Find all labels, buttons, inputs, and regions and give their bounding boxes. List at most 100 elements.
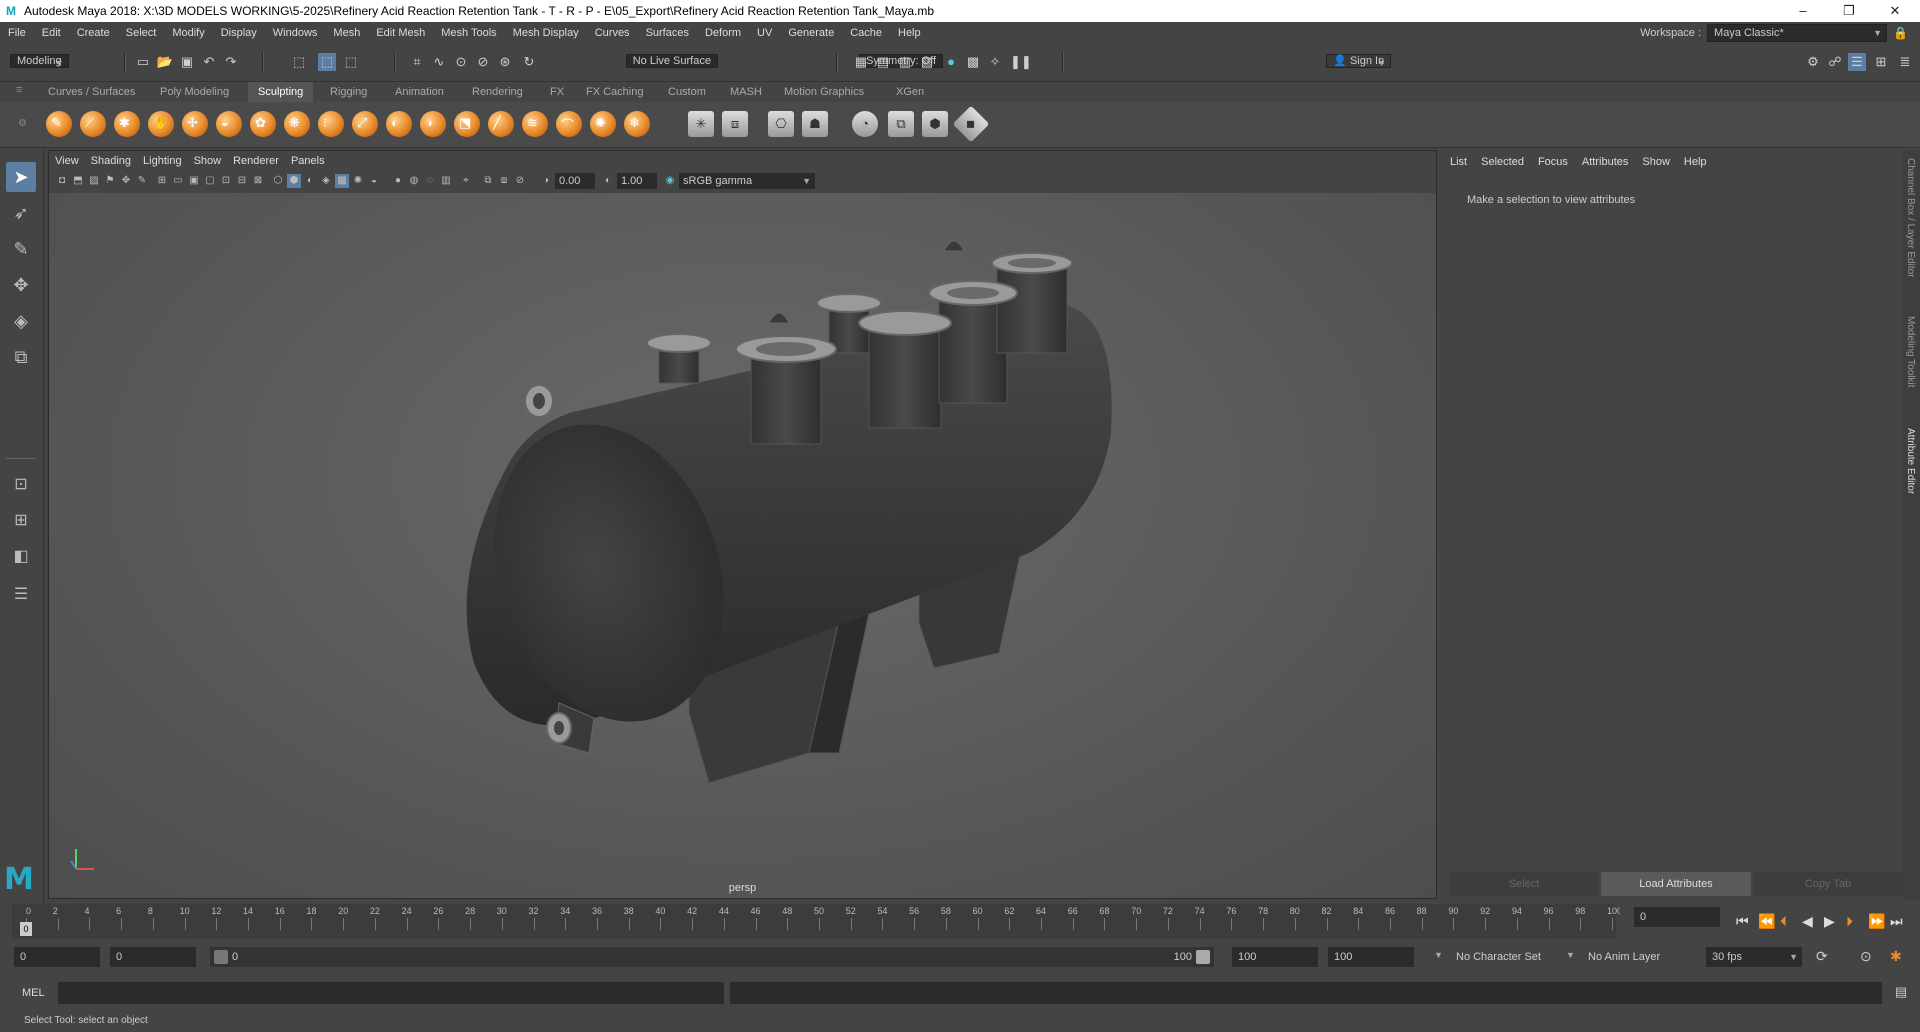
shelf-tab-fx[interactable]: FX [540,82,574,102]
save-scene-icon[interactable]: ▣ [178,53,196,71]
shelf-tab-xgen[interactable]: XGen [886,82,934,102]
tool-settings-icon[interactable]: ⊞ [1872,53,1890,71]
outliner-icon[interactable]: ☰ [6,580,36,610]
resolution-gate-icon[interactable]: ▣ [187,174,201,188]
render-settings-icon[interactable]: ▧ [918,53,936,71]
bulge-tool-icon[interactable]: ⌒ [556,111,582,137]
range-handle-right[interactable] [1196,950,1210,964]
wireframe-icon[interactable]: ⬡ [271,174,285,188]
select-component-icon[interactable]: ⬚ [342,53,360,71]
lock-icon[interactable]: 🔒 [1893,26,1908,40]
shelf-tab-motion-graphics[interactable]: Motion Graphics [774,82,874,102]
persp-outliner-layout-icon[interactable]: ◧ [6,542,36,572]
menu-deform[interactable]: Deform [697,22,749,44]
hypershade-icon[interactable]: ● [942,53,960,71]
menu-mesh-display[interactable]: Mesh Display [505,22,587,44]
film-gate-icon[interactable]: ▭ [171,174,185,188]
snap-grid-icon[interactable]: ⌗ [408,53,426,71]
ipr-render-icon[interactable]: ▥ [896,53,914,71]
load-attributes-button[interactable]: Load Attributes [1601,872,1751,896]
bookmark-flag-icon[interactable]: ⚑ [103,174,117,188]
animation-end-field[interactable]: 100 [1328,947,1414,967]
snap-together-icon[interactable]: ↻ [520,53,538,71]
smear-tool-icon[interactable]: ≋ [522,111,548,137]
modeling-toolkit-icon[interactable]: ⚙ [1804,53,1822,71]
snap-curve-icon[interactable]: ∿ [430,53,448,71]
time-slider[interactable]: 0 2 4 6 8 10 12 14 16 18 20 22 24 26 28 30 32 34 36 38 40 42 4… [12,904,1622,938]
menu-select[interactable]: Select [118,22,165,44]
motion-blur-icon[interactable]: ◍ [407,174,421,188]
select-button[interactable]: Select [1449,872,1599,896]
foamy-tool-icon[interactable]: ✿ [250,111,276,137]
grab-tool-icon[interactable]: ✋ [148,111,174,137]
menu-mesh[interactable]: Mesh [325,22,368,44]
grid-icon[interactable]: ⊞ [155,174,169,188]
gamma-icon[interactable]: ◐ [601,174,615,188]
playback-end-field[interactable]: 100 [1232,947,1318,967]
soft-select-icon[interactable]: ◔ [852,111,878,137]
depth-of-field-icon[interactable]: ▥ [439,174,453,188]
field-chart-icon[interactable]: ⊡ [219,174,233,188]
xray-icon[interactable]: ⧉ [481,174,495,188]
menu-modify[interactable]: Modify [164,22,212,44]
tab-attribute-editor[interactable]: Attribute Editor [1905,428,1916,494]
knife-tool-icon[interactable]: ╱ [488,111,514,137]
play-forwards-icon[interactable]: ▶ [1824,913,1835,930]
lasso-tool-icon[interactable]: ➶ [6,198,36,228]
exposure-icon[interactable]: ◑ [539,174,553,188]
menu-create[interactable]: Create [69,22,118,44]
attr-menu-selected[interactable]: Selected [1474,156,1531,168]
anti-aliasing-icon[interactable]: ◌ [423,174,437,188]
wireframe-on-shaded-icon[interactable]: ◈ [319,174,333,188]
menu-generate[interactable]: Generate [780,22,842,44]
viewport-menu-lighting[interactable]: Lighting [137,155,188,167]
rotate-tool-icon[interactable]: ◈ [6,306,36,336]
convert-to-frozen-icon[interactable]: ✳ [688,111,714,137]
fps-dropdown[interactable]: 30 fps ▼ [1706,947,1802,967]
select-hierarchy-icon[interactable]: ⬚ [290,53,308,71]
step-forward-frame-icon[interactable]: ⏩ [1868,913,1885,930]
isolate-select-icon[interactable]: ⌖ [459,174,473,188]
freeze-tool-icon[interactable]: ❄ [624,111,650,137]
menu-edit-mesh[interactable]: Edit Mesh [368,22,433,44]
screen-space-ao-icon[interactable]: ● [391,174,405,188]
relax-tool-icon[interactable]: ✱ [114,111,140,137]
chevron-down-icon[interactable]: ▼ [1434,950,1443,960]
scale-tool-icon[interactable]: ⧉ [6,342,36,372]
wrap-deformer-icon[interactable]: ◆ [952,105,990,143]
loop-icon[interactable]: ⟳ [1816,948,1828,965]
sculpt-tool-icon[interactable]: ✎ [46,111,72,137]
attr-menu-focus[interactable]: Focus [1531,156,1575,168]
perspective-viewport[interactable]: persp [49,193,1436,898]
use-all-lights-icon[interactable]: ✺ [351,174,365,188]
move-tool-icon[interactable]: ✥ [6,270,36,300]
step-forward-key-icon[interactable]: ⏵ [1846,913,1853,930]
close-button[interactable]: ✕ [1872,0,1918,22]
gate-mask-icon[interactable]: ▢ [203,174,217,188]
menu-windows[interactable]: Windows [265,22,326,44]
flatten-tool-icon[interactable]: ◒ [216,111,242,137]
menu-display[interactable]: Display [213,22,265,44]
gamma-field[interactable]: 1.00 [617,173,657,189]
tab-channel-box[interactable]: Channel Box / Layer Editor [1905,158,1916,278]
shelf-tab-mash[interactable]: MASH [720,82,772,102]
pause-viewport-icon[interactable]: ❚❚ [1010,53,1032,71]
minimize-button[interactable]: – [1780,0,1826,22]
camera-attributes-icon[interactable]: ◘ [55,174,69,188]
snap-surface-icon[interactable]: ⊛ [496,53,514,71]
image-plane-icon[interactable]: ▨ [87,174,101,188]
viewport-menu-renderer[interactable]: Renderer [227,155,285,167]
smooth-tool-icon[interactable]: ⟋ [80,111,106,137]
viewport-menu-panels[interactable]: Panels [285,155,331,167]
menu-file[interactable]: File [0,22,34,44]
command-input[interactable] [58,982,724,1004]
smooth-shade-icon[interactable]: ⬢ [287,174,301,188]
menu-uv[interactable]: UV [749,22,780,44]
menu-cache[interactable]: Cache [842,22,890,44]
go-to-end-icon[interactable]: ⏭ [1890,913,1903,930]
snap-view-plane-icon[interactable]: ⊘ [474,53,492,71]
wax-tool-icon[interactable]: ◐ [386,111,412,137]
character-set-dropdown[interactable]: No Character Set [1456,944,1541,970]
four-view-layout-icon[interactable]: ⊞ [6,506,36,536]
shelf-tab-sculpting[interactable]: Sculpting [248,82,314,102]
